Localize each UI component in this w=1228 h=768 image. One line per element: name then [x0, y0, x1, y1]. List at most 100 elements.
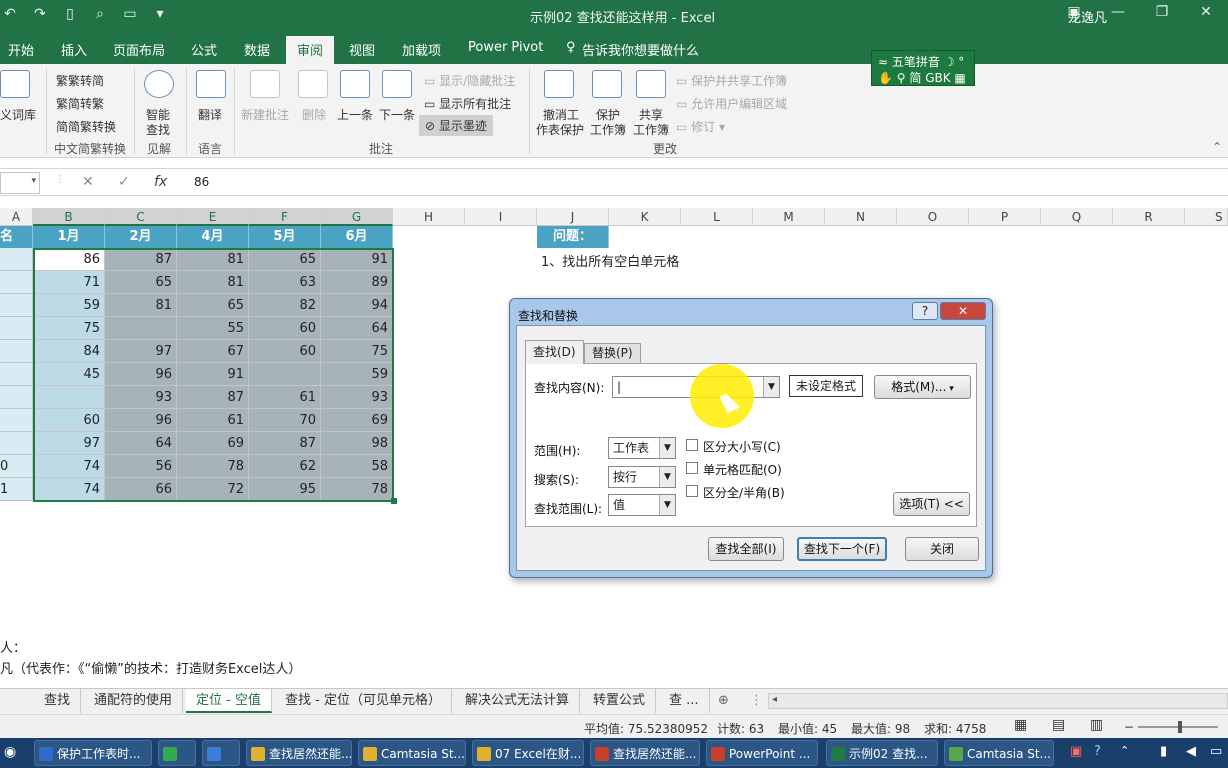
format-button[interactable]: 格式(M)... ▾	[874, 375, 971, 399]
find-all-button[interactable]: 查找全部(I)	[708, 537, 784, 561]
table-cell[interactable]: 69	[321, 409, 393, 432]
taskbar-item[interactable]: Camtasia St...	[358, 740, 466, 766]
ime-mode[interactable]: ≈ 五笔拼音 ☽ °	[878, 53, 964, 70]
table-cell[interactable]: 65	[105, 271, 177, 294]
column-header[interactable]: H	[393, 208, 465, 226]
new-comment-button[interactable]: 新建批注	[241, 106, 289, 123]
table-cell[interactable]: 75	[33, 317, 105, 340]
convert-button[interactable]: 简简繁转换	[56, 118, 116, 135]
tab-formulas[interactable]: 公式	[191, 40, 217, 59]
redo-icon[interactable]: ↷	[30, 6, 50, 22]
match-byte-label[interactable]: 区分全/半角(B)	[703, 484, 785, 501]
taskbar-item[interactable]: 查找居然还能...	[590, 740, 700, 766]
match-byte-checkbox[interactable]	[686, 485, 698, 497]
ribbon-display-icon[interactable]: ▣	[1052, 4, 1096, 20]
tab-page-layout[interactable]: 页面布局	[113, 40, 165, 59]
screenshot-icon[interactable]: ▭	[120, 6, 140, 22]
print-preview-icon[interactable]: ⌕	[90, 6, 110, 22]
scroll-left-icon[interactable]: ◂	[772, 694, 777, 705]
table-cell[interactable]: 94	[321, 294, 393, 317]
table-cell[interactable]: 65	[249, 248, 321, 271]
question-header[interactable]: 问题：	[537, 226, 609, 248]
taskbar-item[interactable]: 示例02 查找...	[826, 740, 938, 766]
row-label-fragment[interactable]	[0, 386, 33, 409]
sheet-tab[interactable]: 查找	[34, 689, 82, 713]
sheet-tab[interactable]: 查找 - 定位（可见单元格）	[275, 689, 452, 713]
table-cell[interactable]: 78	[321, 478, 393, 501]
tab-home[interactable]: 开始	[8, 40, 34, 59]
column-header[interactable]: C	[105, 208, 177, 226]
zoom-slider[interactable]	[1138, 721, 1218, 733]
show-all-comments-button[interactable]: ▭ 显示所有批注	[424, 95, 511, 112]
network-icon[interactable]: ▮	[1160, 744, 1167, 759]
table-cell[interactable]: 96	[105, 409, 177, 432]
sheet-tab-active[interactable]: 定位 - 空值	[186, 689, 272, 713]
table-cell[interactable]: 60	[249, 340, 321, 363]
table-cell[interactable]: 97	[33, 432, 105, 455]
column-header[interactable]: M	[753, 208, 825, 226]
insert-function-icon[interactable]: fx	[154, 174, 167, 190]
table-cell[interactable]: 56	[105, 455, 177, 478]
qq-icon[interactable]: ◉	[4, 744, 16, 760]
match-entire-label[interactable]: 单元格匹配(O)	[703, 461, 782, 478]
close-icon[interactable]: ✕	[1184, 4, 1228, 20]
column-header[interactable]: E	[177, 208, 249, 226]
tab-power-pivot[interactable]: Power Pivot	[468, 40, 543, 55]
column-header[interactable]: O	[897, 208, 969, 226]
previous-comment-button[interactable]: 上一条	[337, 106, 373, 123]
column-header[interactable]: G	[321, 208, 393, 226]
options-button[interactable]: 选项(T) <<	[893, 492, 970, 516]
table-cell[interactable]: 69	[177, 432, 249, 455]
delete-comment-button[interactable]: 删除	[302, 106, 326, 123]
help-tray-icon[interactable]: ?	[1094, 744, 1101, 759]
sheet-tab[interactable]: 转置公式	[583, 689, 657, 713]
taskbar-item[interactable]	[158, 740, 196, 766]
row-label-fragment[interactable]	[0, 432, 33, 455]
taskbar-item[interactable]: 查找居然还能...	[246, 740, 352, 766]
next-comment-button[interactable]: 下一条	[379, 106, 415, 123]
tab-review[interactable]: 审阅	[286, 36, 335, 64]
page-break-view-icon[interactable]: ▥	[1090, 717, 1103, 733]
column-header[interactable]: S	[1185, 208, 1228, 226]
column-header[interactable]: B	[33, 208, 105, 226]
show-hide-comment-button[interactable]: ▭ 显示/隐藏批注	[424, 72, 515, 89]
unprotect-sheet-label2[interactable]: 作表保护	[536, 121, 584, 138]
table-cell[interactable]: 64	[105, 432, 177, 455]
table-cell[interactable]: 62	[249, 455, 321, 478]
close-icon[interactable]: ✕	[940, 302, 986, 320]
table-cell[interactable]: 89	[321, 271, 393, 294]
table-cell[interactable]: 71	[33, 271, 105, 294]
table-cell[interactable]: 84	[33, 340, 105, 363]
table-cell[interactable]: 61	[249, 386, 321, 409]
zoom-out-icon[interactable]: −	[1124, 720, 1134, 734]
table-cell[interactable]: 96	[105, 363, 177, 386]
table-cell[interactable]: 87	[249, 432, 321, 455]
table-cell[interactable]: 75	[321, 340, 393, 363]
table-cell[interactable]: 74	[33, 455, 105, 478]
fill-handle[interactable]	[391, 498, 397, 504]
sheet-tab-more[interactable]: 查 ...	[659, 689, 710, 713]
table-cell[interactable]: 87	[177, 386, 249, 409]
taskbar-item[interactable]	[202, 740, 240, 766]
tell-me-search[interactable]: 告诉我你想要做什么	[582, 40, 699, 59]
protect-workbook-label2[interactable]: 工作簿	[590, 121, 626, 138]
row-label-fragment[interactable]	[0, 294, 33, 317]
collapse-ribbon-icon[interactable]: ⌃	[1212, 140, 1222, 154]
column-header[interactable]: J	[537, 208, 609, 226]
taskbar-item[interactable]: Camtasia St...	[944, 740, 1054, 766]
restore-icon[interactable]: ❐	[1140, 4, 1184, 20]
row-label-fragment[interactable]	[0, 340, 33, 363]
ime-toolbar[interactable]: ≈ 五笔拼音 ☽ ° ✋ ⚲ 简 GBK ▦	[871, 50, 975, 86]
note-line[interactable]: 人：	[0, 637, 26, 656]
table-cell[interactable]: 64	[321, 317, 393, 340]
table-cell[interactable]	[249, 363, 321, 386]
thesaurus-button[interactable]: 义词库	[0, 106, 36, 123]
table-cell[interactable]: 81	[105, 294, 177, 317]
volume-icon[interactable]: ◀	[1186, 744, 1196, 759]
table-cell[interactable]: 72	[177, 478, 249, 501]
table-cell[interactable]: 58	[321, 455, 393, 478]
table-cell[interactable]: 55	[177, 317, 249, 340]
normal-view-icon[interactable]: ▦	[1014, 717, 1027, 733]
lookin-select[interactable]: 值 ▼	[608, 494, 676, 516]
name-box[interactable]: ▾	[0, 172, 40, 194]
